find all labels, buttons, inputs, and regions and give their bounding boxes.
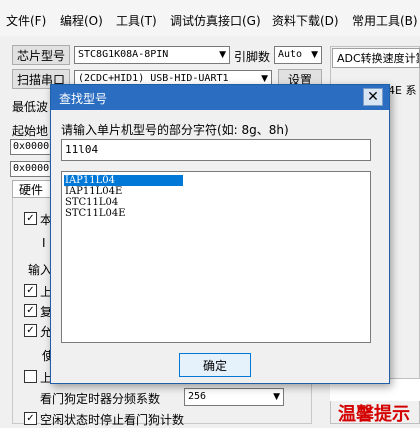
find-model-dialog: 查找型号 ✕ 请输入单片机型号的部分字符(如: 8g、8h) 11l04 IAP… xyxy=(50,84,390,384)
wdt-prescaler-value: 256 xyxy=(188,391,207,402)
warm-tip-text: 温馨提示 xyxy=(338,404,410,425)
wdt-prescaler-label: 看门狗定时器分频系数 xyxy=(40,392,161,406)
pin-count-label: 引脚数 xyxy=(234,50,271,64)
input-label: 输入 xyxy=(28,263,53,277)
hw-option-checkbox-1[interactable]: ✓ xyxy=(24,212,37,225)
min-baud-label: 最低波 xyxy=(12,100,49,114)
chevron-down-icon: ▼ xyxy=(273,392,280,402)
hw-option-checkbox-3[interactable]: ✓ xyxy=(24,304,37,317)
menu-file[interactable]: 文件(F) xyxy=(6,12,46,29)
list-item[interactable]: STC11L04E xyxy=(64,208,126,219)
menu-common-tools[interactable]: 常用工具(B) xyxy=(352,12,418,29)
dialog-title-bar[interactable]: 查找型号 ✕ xyxy=(51,85,389,110)
list-item[interactable]: IAP11L04 xyxy=(64,175,183,186)
tab-hardware[interactable]: 硬件 xyxy=(12,180,52,198)
list-item[interactable]: IAP11L04E xyxy=(64,186,122,197)
menu-downloads[interactable]: 资料下载(D) xyxy=(272,12,339,29)
list-item[interactable]: STC11L04 xyxy=(64,197,118,208)
menu-debug[interactable]: 调试仿真接口(G) xyxy=(170,12,261,29)
chip-model-button[interactable]: 芯片型号 xyxy=(12,45,70,65)
menu-tools[interactable]: 工具(T) xyxy=(116,12,157,29)
chip-model-select[interactable]: STC8G1K08A-8PIN ▼ xyxy=(74,46,230,64)
pin-count-select[interactable]: Auto ▼ xyxy=(274,46,322,64)
chip-model-value: STC8G1K08A-8PIN xyxy=(78,49,169,60)
ok-button[interactable]: 确定 xyxy=(179,353,251,377)
hw-option-checkbox-5[interactable] xyxy=(24,370,37,383)
model-results-list[interactable]: IAP11L04 IAP11L04E STC11L04 STC11L04E xyxy=(61,171,371,343)
start-address-field[interactable]: 0x0000 xyxy=(10,139,54,155)
chevron-down-icon: ▼ xyxy=(311,50,318,60)
right-panel-item: 4E 系 xyxy=(388,84,417,97)
wdt-prescaler-select[interactable]: 256 ▼ xyxy=(184,388,284,406)
idle-stop-wdt-label: 空闲状态时停止看门狗计数 xyxy=(40,413,185,427)
start-address-label: 起始地 xyxy=(12,124,49,138)
end-address-field[interactable]: 0x0000 xyxy=(10,161,54,177)
chevron-down-icon: ▼ xyxy=(219,50,226,60)
close-icon[interactable]: ✕ xyxy=(363,88,383,106)
hw-option-checkbox-2[interactable]: ✓ xyxy=(24,284,37,297)
dialog-prompt: 请输入单片机型号的部分字符(如: 8g、8h) xyxy=(61,123,289,137)
idle-stop-wdt-checkbox[interactable]: ✓ xyxy=(24,412,37,425)
port-value: (2CDC+HID1) USB-HID-UART1 xyxy=(78,73,229,84)
pin-count-value: Auto xyxy=(278,49,303,60)
tab-adc-speed[interactable]: ADC转换速度计算 xyxy=(332,48,420,68)
hw-option-label-1b: I xyxy=(42,236,46,250)
menu-program[interactable]: 编程(O) xyxy=(60,12,103,29)
hw-option-checkbox-4[interactable]: ✓ xyxy=(24,324,37,337)
model-search-input[interactable]: 11l04 xyxy=(61,139,371,161)
dialog-title: 查找型号 xyxy=(59,92,108,106)
